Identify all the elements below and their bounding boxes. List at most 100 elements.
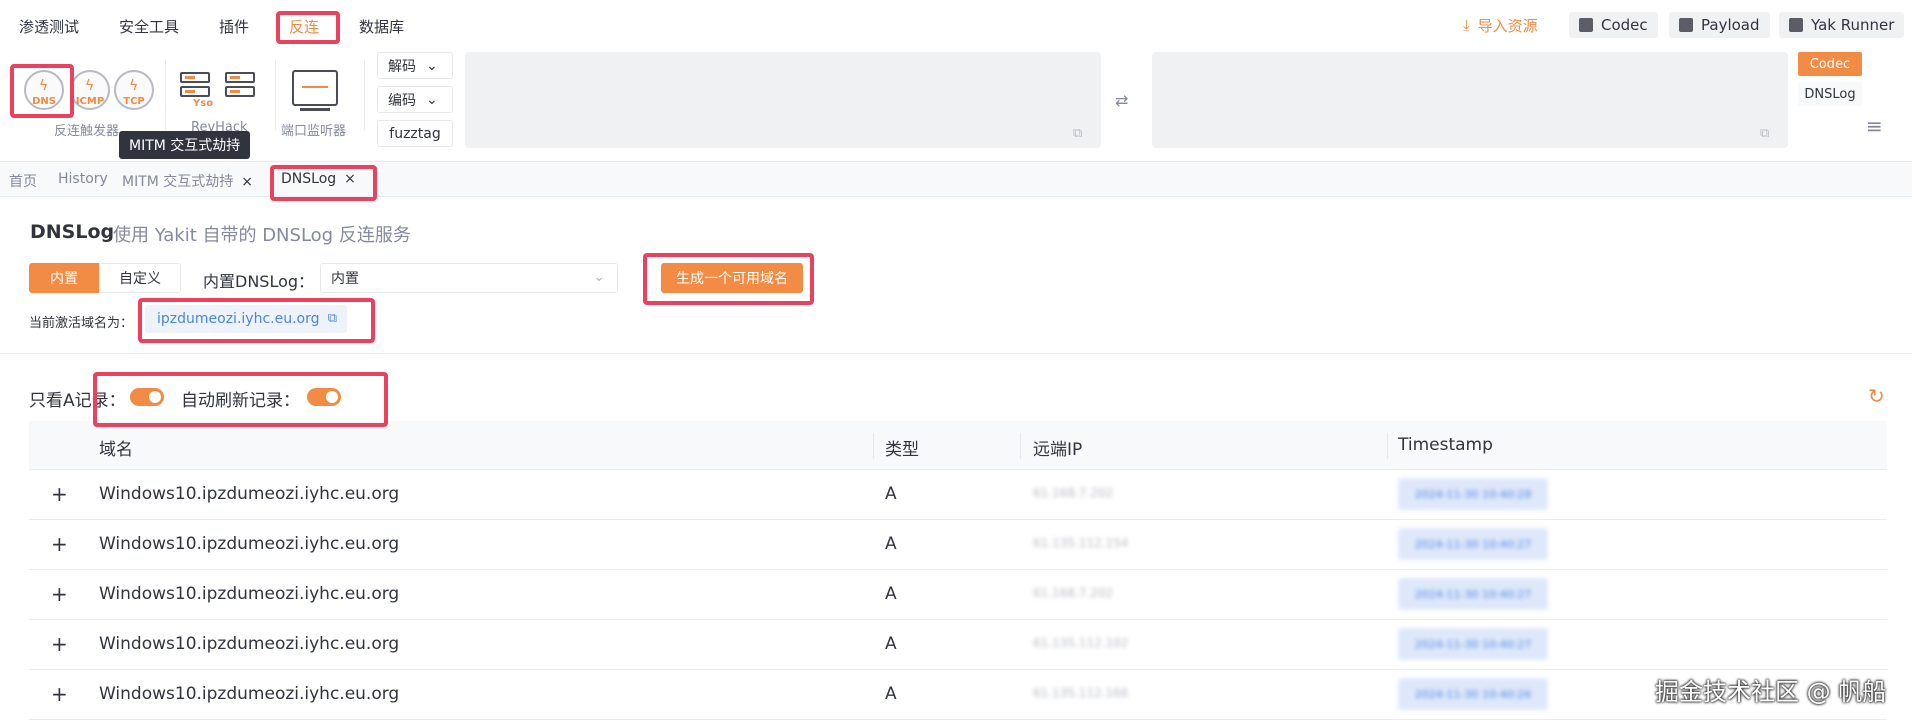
dnslog-select-label: 内置DNSLog：: [203, 272, 315, 291]
divider: [165, 60, 166, 130]
codec-icon: [1579, 18, 1593, 32]
tcp-trigger-icon[interactable]: ϟ TCP: [114, 70, 154, 110]
icmp-trigger-icon[interactable]: ϟ ICMP: [70, 70, 110, 110]
chevron-down-icon: ⌄: [593, 269, 605, 285]
fuzztag-button[interactable]: fuzztag: [377, 120, 453, 147]
menu-database[interactable]: 数据库: [359, 16, 404, 37]
yak-runner-label: Yak Runner: [1811, 16, 1895, 34]
highlight-box: [93, 372, 388, 427]
trigger-group-label: 反连触发器: [54, 124, 120, 139]
table-row[interactable]: + Windows10.ipzdumeozi.iyhc.eu.org A 61.…: [29, 670, 1887, 720]
bolt-icon: ϟ: [129, 78, 139, 94]
codec-label: Codec: [1601, 16, 1648, 34]
row-timestamp: 2024-11-30 10:40:27: [1398, 578, 1548, 610]
import-resources-label: 导入资源: [1477, 16, 1538, 35]
mode-builtin-button[interactable]: 内置: [29, 263, 99, 293]
row-remote-ip: 61.135.112.102: [1033, 636, 1129, 650]
decode-dropdown[interactable]: 解码 ⌄: [377, 52, 453, 79]
icmp-gauge-label: ICMP: [75, 96, 105, 107]
codec-button[interactable]: Codec: [1569, 12, 1658, 38]
table-row[interactable]: + Windows10.ipzdumeozi.iyhc.eu.org A 61.…: [29, 620, 1887, 670]
tcp-gauge-label: TCP: [123, 96, 145, 107]
watermark: 掘金技术社区 @ 帆船: [1655, 678, 1887, 706]
swap-icon[interactable]: ⇄: [1115, 91, 1128, 110]
save-icon: [1679, 18, 1693, 32]
sort-icon[interactable]: ≡: [1866, 114, 1883, 138]
download-icon: ⤓: [1463, 16, 1470, 34]
divider: [0, 353, 1912, 354]
row-type: A: [885, 684, 897, 704]
port-monitor-label: 端口监听器: [281, 124, 347, 139]
row-remote-ip: 61.135.112.154: [1033, 536, 1129, 550]
bolt-icon: ϟ: [85, 78, 95, 94]
row-type: A: [885, 634, 897, 654]
menu-security-tools[interactable]: 安全工具: [119, 16, 179, 37]
row-type: A: [885, 484, 897, 504]
highlight-box: [276, 11, 340, 44]
highlight-box: [643, 253, 814, 305]
port-monitor-icon[interactable]: [292, 70, 338, 106]
codec-input-pane[interactable]: [465, 52, 1101, 148]
chevron-down-icon: ⌄: [426, 57, 438, 74]
active-domain-label: 当前激活域名为：: [29, 316, 134, 331]
column-divider: [1020, 433, 1021, 459]
table-row[interactable]: + Windows10.ipzdumeozi.iyhc.eu.org A 61.…: [29, 520, 1887, 570]
row-domain: Windows10.ipzdumeozi.iyhc.eu.org: [99, 684, 400, 704]
row-type: A: [885, 534, 897, 554]
tab-home[interactable]: 首页: [9, 171, 37, 191]
codec-output-pane[interactable]: [1152, 52, 1788, 148]
row-domain: Windows10.ipzdumeozi.iyhc.eu.org: [99, 484, 400, 504]
chevron-down-icon: ⌄: [426, 91, 438, 108]
row-type: A: [885, 584, 897, 604]
expand-icon[interactable]: +: [51, 532, 68, 556]
tab-mitm[interactable]: MITM 交互式劫持 ×: [122, 171, 253, 191]
dnslog-select-value: 内置: [331, 271, 359, 287]
tab-mitm-label: MITM 交互式劫持: [122, 174, 234, 190]
divider: [275, 60, 276, 130]
column-header-domain: 域名: [99, 440, 133, 460]
row-timestamp: 2024-11-30 10:40:27: [1398, 628, 1548, 660]
decode-label: 解码: [388, 58, 416, 75]
menu-plugins[interactable]: 插件: [219, 16, 249, 37]
dnslog-select[interactable]: 内置 ⌄: [320, 263, 618, 293]
tab-history[interactable]: History: [58, 171, 108, 187]
column-header-timestamp: Timestamp: [1398, 435, 1493, 455]
tooltip: MITM 交互式劫持: [119, 131, 251, 159]
copy-icon[interactable]: ⧉: [1760, 126, 1769, 141]
table-row[interactable]: + Windows10.ipzdumeozi.iyhc.eu.org A 61.…: [29, 470, 1887, 520]
mode-custom-button[interactable]: 自定义: [99, 263, 181, 293]
terminal-icon: [1789, 18, 1803, 32]
refresh-icon[interactable]: ↻: [1868, 384, 1885, 408]
expand-icon[interactable]: +: [51, 682, 68, 706]
expand-icon[interactable]: +: [51, 582, 68, 606]
copy-icon[interactable]: ⧉: [1073, 126, 1082, 141]
close-icon[interactable]: ×: [241, 174, 253, 190]
import-resources-button[interactable]: ⤓ 导入资源: [1453, 12, 1548, 38]
side-tab-dnslog[interactable]: DNSLog: [1798, 82, 1862, 106]
row-timestamp: 2024-11-30 10:40:26: [1398, 678, 1548, 710]
expand-icon[interactable]: +: [51, 482, 68, 506]
payload-button[interactable]: Payload: [1669, 12, 1770, 38]
row-timestamp: 2024-11-30 10:40:28: [1398, 478, 1548, 510]
monitor-stand: [300, 108, 330, 111]
menu-pentest[interactable]: 渗透测试: [19, 16, 79, 37]
row-remote-ip: 61.168.7.202: [1033, 586, 1114, 600]
expand-icon[interactable]: +: [51, 632, 68, 656]
encode-dropdown[interactable]: 编码 ⌄: [377, 86, 453, 113]
revhack-server-icon[interactable]: [225, 72, 255, 100]
table-row[interactable]: + Windows10.ipzdumeozi.iyhc.eu.org A 61.…: [29, 570, 1887, 620]
column-header-type: 类型: [885, 440, 919, 460]
row-timestamp: 2024-11-30 10:40:27: [1398, 528, 1548, 560]
highlight-box: [270, 165, 377, 201]
column-header-remote-ip: 远端IP: [1033, 440, 1083, 460]
highlight-box: [10, 64, 74, 118]
yak-runner-button[interactable]: Yak Runner: [1779, 12, 1905, 38]
encode-label: 编码: [388, 92, 416, 109]
fuzztag-label: fuzztag: [389, 125, 441, 142]
yso-server-icon[interactable]: [180, 72, 210, 100]
row-remote-ip: 61.135.112.166: [1033, 686, 1129, 700]
row-remote-ip: 61.168.7.202: [1033, 486, 1114, 500]
yso-label: Yso: [193, 98, 214, 109]
row-domain: Windows10.ipzdumeozi.iyhc.eu.org: [99, 534, 400, 554]
side-tab-codec[interactable]: Codec: [1798, 52, 1862, 76]
